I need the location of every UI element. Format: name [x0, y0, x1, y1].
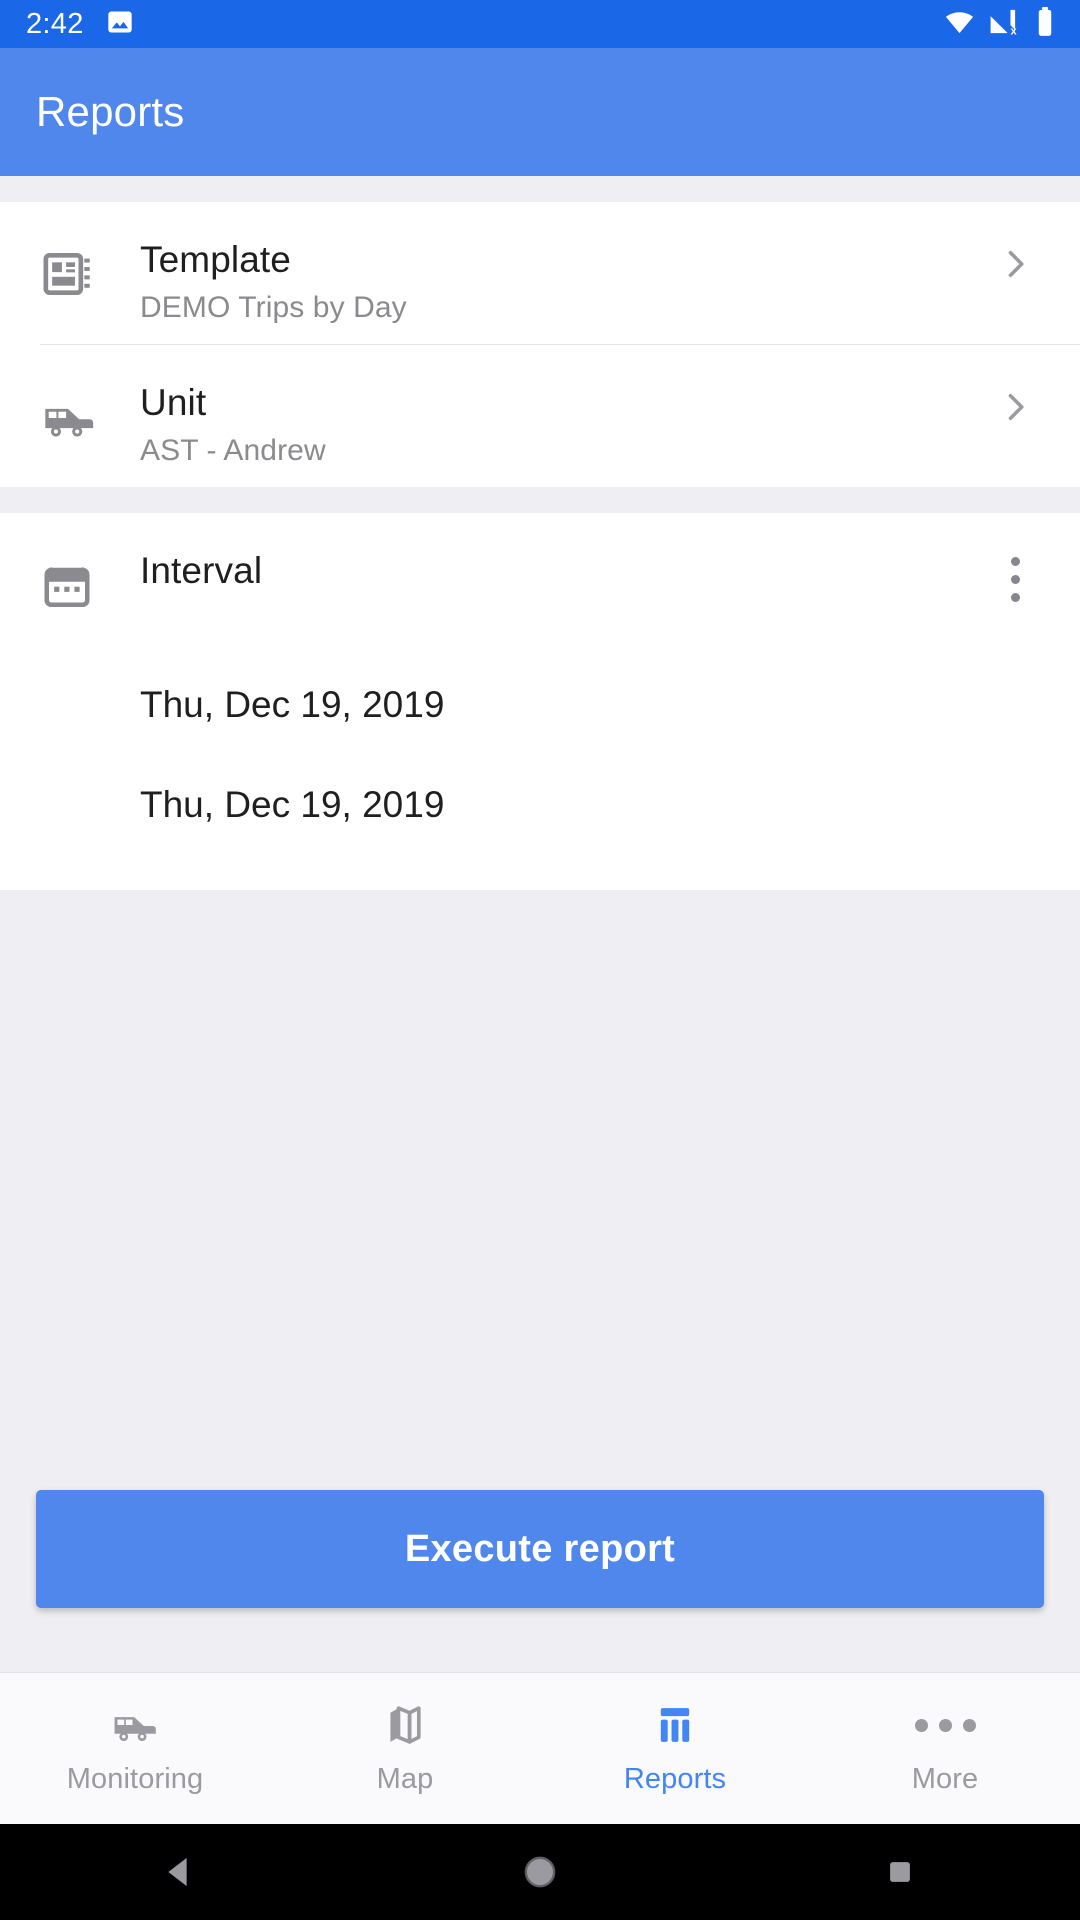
row-interval-title: Interval — [140, 550, 263, 591]
row-template[interactable]: Template DEMO Trips by Day — [0, 202, 1080, 344]
nav-label-reports: Reports — [623, 1763, 727, 1795]
wifi-icon — [944, 6, 975, 42]
svg-text:x: x — [1010, 26, 1017, 37]
nav-label-monitoring: Monitoring — [66, 1763, 204, 1795]
chevron-right-icon[interactable] — [980, 202, 1050, 282]
bottom-navigation: Monitoring Map Reports More — [0, 1672, 1080, 1824]
page-title: Reports — [36, 88, 185, 135]
recents-icon[interactable] — [840, 1824, 960, 1920]
battery-full-icon — [1032, 6, 1058, 42]
nav-label-more: More — [911, 1763, 979, 1795]
execute-report-button[interactable]: Execute report — [36, 1490, 1044, 1608]
more-horizontal-icon — [914, 1701, 976, 1749]
app-bar: Reports — [0, 48, 1080, 176]
execute-button-wrapper: Execute report — [0, 1490, 1080, 1672]
row-unit-title: Unit — [140, 382, 207, 423]
status-bar-clock: 2:42 — [26, 7, 84, 40]
map-folded-icon — [382, 1701, 428, 1749]
chevron-right-icon[interactable] — [980, 345, 1050, 425]
row-unit-subtitle: AST - Andrew — [140, 433, 326, 467]
status-bar: 2:42 x — [0, 0, 1080, 48]
row-template-subtitle: DEMO Trips by Day — [140, 290, 407, 324]
nav-item-more[interactable]: More — [810, 1673, 1080, 1824]
overflow-dots — [1010, 557, 1020, 602]
status-bar-right: x — [944, 6, 1058, 42]
row-unit-text: Unit AST - Andrew — [140, 345, 980, 469]
nav-item-reports[interactable]: Reports — [540, 1673, 810, 1824]
more-dots — [914, 1718, 976, 1732]
overflow-menu-icon[interactable] — [980, 513, 1050, 602]
section-gap-top — [0, 176, 1080, 202]
nav-item-monitoring[interactable]: Monitoring — [0, 1673, 270, 1824]
row-unit[interactable]: Unit AST - Andrew — [0, 345, 1080, 487]
interval-from-date[interactable]: Thu, Dec 19, 2019 — [0, 655, 1080, 755]
interval-card: Interval Thu, Dec 19, 2019 Thu, Dec 19, … — [0, 513, 1080, 890]
flex-spacer — [0, 889, 1080, 1490]
row-interval-text: Interval — [140, 513, 980, 593]
nav-item-map[interactable]: Map — [270, 1673, 540, 1824]
status-bar-left: 2:42 — [26, 8, 134, 41]
bar-chart-icon — [652, 1701, 698, 1749]
home-icon[interactable] — [480, 1824, 600, 1920]
back-icon[interactable] — [120, 1824, 240, 1920]
android-navigation-bar — [0, 1824, 1080, 1920]
report-params-card: Template DEMO Trips by Day Unit AST - An… — [0, 202, 1080, 487]
cellular-no-service-icon: x — [988, 6, 1019, 42]
calendar-icon — [40, 513, 140, 611]
report-template-icon — [40, 202, 140, 302]
content-area: Template DEMO Trips by Day Unit AST - An… — [0, 176, 1080, 1672]
interval-to-date[interactable]: Thu, Dec 19, 2019 — [0, 755, 1080, 855]
row-interval[interactable]: Interval — [0, 513, 1080, 655]
row-template-title: Template — [140, 239, 291, 280]
section-gap-middle — [0, 487, 1080, 513]
row-template-text: Template DEMO Trips by Day — [140, 202, 980, 326]
vehicle-bus-icon — [110, 1701, 160, 1749]
image-notification-icon — [106, 8, 134, 41]
vehicle-bus-icon — [40, 345, 140, 447]
nav-label-map: Map — [376, 1763, 434, 1795]
app-screen: 2:42 x Reports Template DEMO Trips by Da… — [0, 0, 1080, 1920]
